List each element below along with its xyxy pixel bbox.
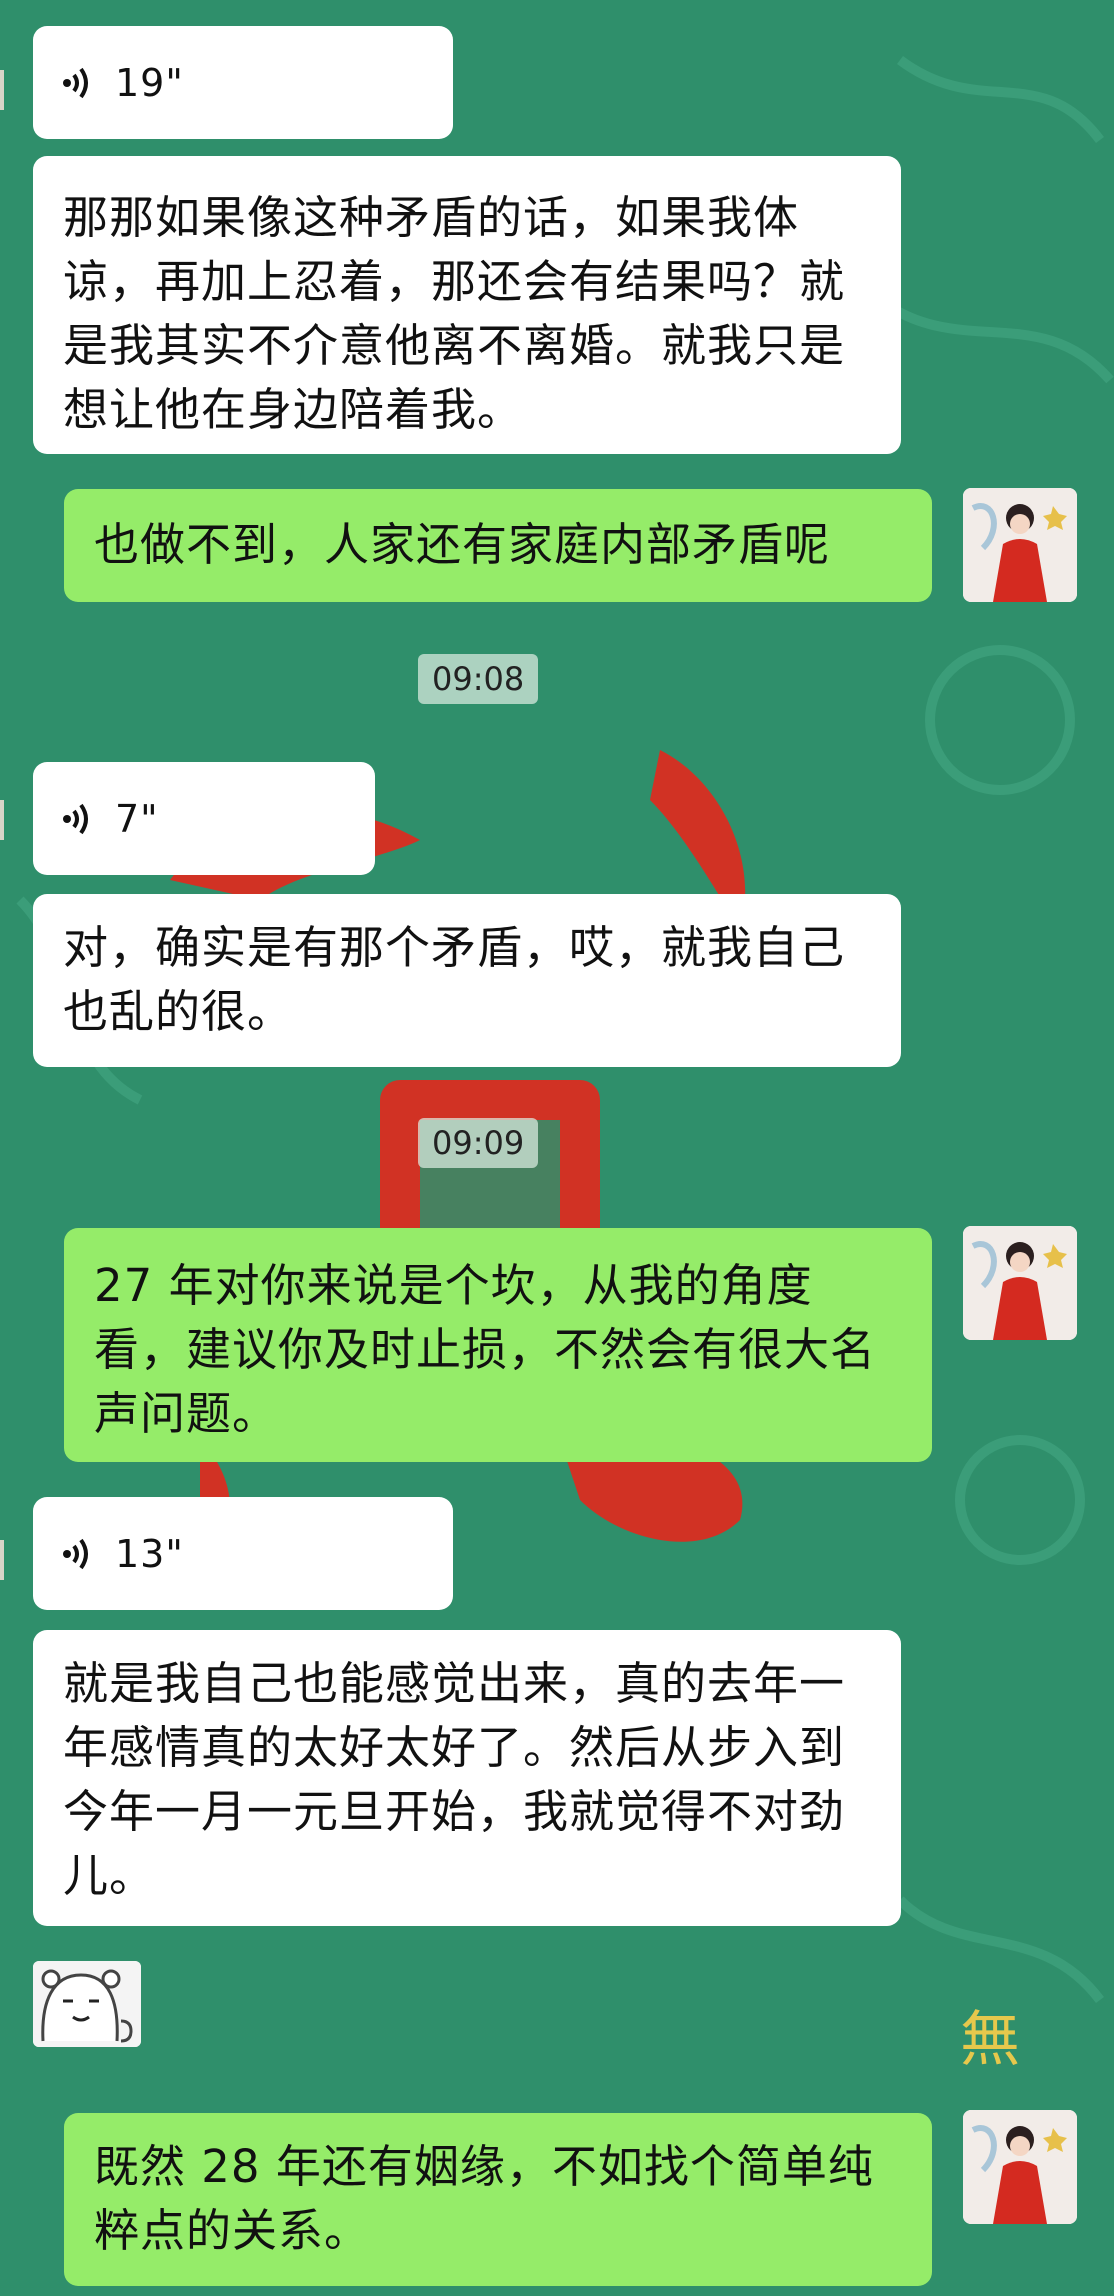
text-message-right[interactable]: 也做不到，人家还有家庭内部矛盾呢 xyxy=(64,489,932,602)
voice-message[interactable]: 19" xyxy=(33,26,453,139)
message-text: 就是我自己也能感觉出来，真的去年一年感情真的太好太好了。然后从步入到今年一月一元… xyxy=(63,1657,846,1902)
text-message-left[interactable]: 那那如果像这种矛盾的话，如果我体谅，再加上忍着，那还会有结果吗？就是我其实不介意… xyxy=(33,156,901,454)
voice-wave-icon xyxy=(63,67,88,98)
side-marker xyxy=(0,70,4,110)
avatar-woman-red-hanfu-icon xyxy=(963,1226,1077,1340)
voice-duration: 13" xyxy=(115,1531,184,1576)
avatar[interactable] xyxy=(963,488,1077,602)
side-marker xyxy=(0,800,4,840)
avatar-woman-red-hanfu-icon xyxy=(963,488,1077,602)
message-text: 27 年对你来说是个坎，从我的角度看，建议你及时止损，不然会有很大名声问题。 xyxy=(94,1259,877,1440)
message-text: 那那如果像这种矛盾的话，如果我体谅，再加上忍着，那还会有结果吗？就是我其实不介意… xyxy=(63,191,846,436)
timestamp: 09:08 xyxy=(418,654,539,704)
bear-sticker-icon xyxy=(33,1961,141,2047)
message-text: 既然 28 年还有姻缘，不如找个简单纯粹点的关系。 xyxy=(94,2140,874,2257)
avatar[interactable] xyxy=(963,1226,1077,1340)
message-text: 对，确实是有那个矛盾，哎，就我自己也乱的很。 xyxy=(63,921,846,1038)
voice-wave-icon xyxy=(63,1538,88,1569)
avatar[interactable] xyxy=(963,2110,1077,2224)
voice-wave-icon xyxy=(63,803,88,834)
svg-text:無: 無 xyxy=(960,2005,1020,2075)
voice-duration: 19" xyxy=(115,60,184,105)
text-message-left[interactable]: 对，确实是有那个矛盾，哎，就我自己也乱的很。 xyxy=(33,894,901,1067)
avatar-woman-red-hanfu-icon xyxy=(963,2110,1077,2224)
timestamp: 09:09 xyxy=(418,1118,539,1168)
sticker-message[interactable] xyxy=(33,1961,141,2047)
message-text: 也做不到，人家还有家庭内部矛盾呢 xyxy=(94,518,831,571)
text-message-right[interactable]: 27 年对你来说是个坎，从我的角度看，建议你及时止损，不然会有很大名声问题。 xyxy=(64,1228,932,1462)
voice-duration: 7" xyxy=(115,796,159,841)
side-marker xyxy=(0,1540,4,1580)
voice-message[interactable]: 13" xyxy=(33,1497,453,1610)
voice-message[interactable]: 7" xyxy=(33,762,375,875)
text-message-left[interactable]: 就是我自己也能感觉出来，真的去年一年感情真的太好太好了。然后从步入到今年一月一元… xyxy=(33,1630,901,1926)
text-message-right[interactable]: 既然 28 年还有姻缘，不如找个简单纯粹点的关系。 xyxy=(64,2113,932,2286)
